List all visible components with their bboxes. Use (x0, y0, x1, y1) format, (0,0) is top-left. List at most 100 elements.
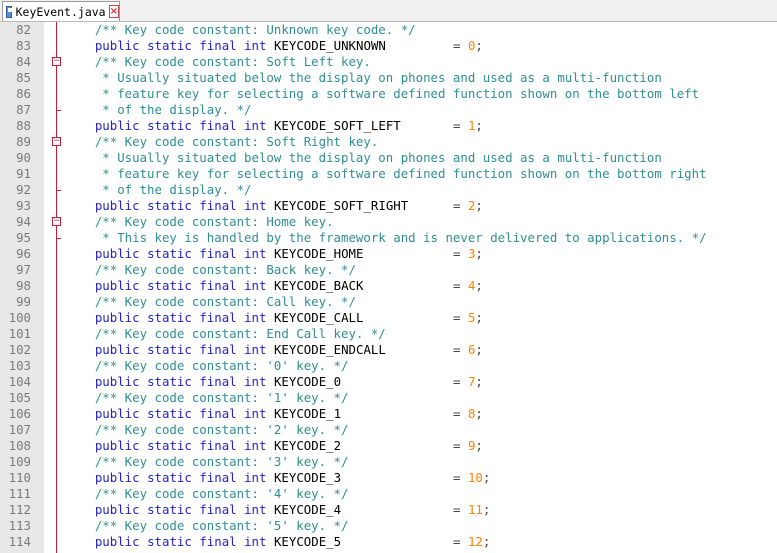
code-line[interactable]: 90 * Usually situated below the display … (0, 150, 777, 166)
code-text: * Usually situated below the display on … (65, 150, 662, 165)
code-text: * This key is handled by the framework a… (65, 230, 707, 245)
line-number: 94 (16, 214, 31, 229)
line-number: 98 (16, 278, 31, 293)
code-text: public static final int KEYCODE_2 = 9; (94, 438, 483, 453)
code-text: /** Key code constant: '5' key. */ (65, 518, 349, 533)
code-text: public static final int KEYCODE_CALL = 5… (94, 310, 483, 325)
code-line[interactable]: 110 public static final int KEYCODE_3 = … (0, 470, 777, 486)
tab-keyevent-java[interactable]: KeyEvent.java × (2, 1, 120, 21)
code-line[interactable]: 111 /** Key code constant: '4' key. */ (0, 486, 777, 502)
code-text: /** Key code constant: '4' key. */ (65, 486, 349, 501)
code-text: public static final int KEYCODE_ENDCALL … (94, 342, 483, 357)
fold-end-marker (57, 238, 61, 239)
code-line[interactable]: 102 public static final int KEYCODE_ENDC… (0, 342, 777, 358)
line-number: 97 (16, 262, 31, 277)
code-editor[interactable]: 82 /** Key code constant: Unknown key co… (0, 22, 777, 553)
code-line[interactable]: 114 public static final int KEYCODE_5 = … (0, 534, 777, 550)
line-number: 83 (16, 38, 31, 53)
line-number: 113 (8, 518, 31, 533)
code-text: * of the display. */ (65, 102, 252, 117)
code-text: /** Key code constant: '2' key. */ (65, 422, 349, 437)
tab-label: KeyEvent.java (15, 4, 106, 19)
code-text: * feature key for selecting a software d… (65, 166, 707, 181)
line-number: 110 (8, 470, 31, 485)
line-number: 87 (16, 102, 31, 117)
code-line[interactable]: 99 /** Key code constant: Call key. */ (0, 294, 777, 310)
line-number: 91 (16, 166, 31, 181)
code-line[interactable]: 106 public static final int KEYCODE_1 = … (0, 406, 777, 422)
code-line[interactable]: 104 public static final int KEYCODE_0 = … (0, 374, 777, 390)
code-text: public static final int KEYCODE_3 = 10; (94, 470, 491, 485)
line-number: 92 (16, 182, 31, 197)
code-text: public static final int KEYCODE_5 = 12; (94, 534, 491, 549)
line-number: 106 (8, 406, 31, 421)
code-line[interactable]: 113 /** Key code constant: '5' key. */ (0, 518, 777, 534)
line-number: 101 (8, 326, 31, 341)
code-text: public static final int KEYCODE_0 = 7; (94, 374, 483, 389)
line-number: 114 (8, 534, 31, 549)
code-text: /** Key code constant: Soft Left key. (65, 54, 371, 69)
code-text: /** Key code constant: '1' key. */ (65, 390, 349, 405)
line-number: 93 (16, 198, 31, 213)
code-text: public static final int KEYCODE_HOME = 3… (94, 246, 483, 261)
line-number: 82 (16, 22, 31, 37)
code-line[interactable]: 87 * of the display. */ (0, 102, 777, 118)
code-line[interactable]: 107 /** Key code constant: '2' key. */ (0, 422, 777, 438)
line-number: 100 (8, 310, 31, 325)
code-line[interactable]: 108 public static final int KEYCODE_2 = … (0, 438, 777, 454)
code-text: * Usually situated below the display on … (65, 70, 662, 85)
code-text: /** Key code constant: Home key. (65, 214, 334, 229)
file-save-icon (6, 5, 15, 18)
code-line[interactable]: 93 public static final int KEYCODE_SOFT_… (0, 198, 777, 214)
code-line[interactable]: 98 public static final int KEYCODE_BACK … (0, 278, 777, 294)
code-line[interactable]: 96 public static final int KEYCODE_HOME … (0, 246, 777, 262)
code-line[interactable]: 83 public static final int KEYCODE_UNKNO… (0, 38, 777, 54)
line-number: 86 (16, 86, 31, 101)
code-line[interactable]: 88 public static final int KEYCODE_SOFT_… (0, 118, 777, 134)
code-text: public static final int KEYCODE_UNKNOWN … (94, 38, 483, 53)
line-number: 95 (16, 230, 31, 245)
code-line[interactable]: 105 /** Key code constant: '1' key. */ (0, 390, 777, 406)
code-line[interactable]: 92 * of the display. */ (0, 182, 777, 198)
code-text: * feature key for selecting a software d… (65, 86, 700, 101)
line-number: 109 (8, 454, 31, 469)
code-line[interactable]: 100 public static final int KEYCODE_CALL… (0, 310, 777, 326)
line-number: 84 (16, 54, 31, 69)
code-text: * of the display. */ (65, 182, 252, 197)
line-number: 96 (16, 246, 31, 261)
code-text: public static final int KEYCODE_BACK = 4… (94, 278, 483, 293)
code-lines: 82 /** Key code constant: Unknown key co… (0, 22, 777, 550)
code-line[interactable]: 89 − /** Key code constant: Soft Right ke… (0, 134, 777, 150)
code-text: public static final int KEYCODE_SOFT_LEF… (94, 118, 483, 133)
code-line[interactable]: 86 * feature key for selecting a softwar… (0, 86, 777, 102)
code-line[interactable]: 82 /** Key code constant: Unknown key co… (0, 22, 777, 38)
fold-collapse-icon[interactable]: − (52, 137, 61, 146)
code-line[interactable]: 85 * Usually situated below the display … (0, 70, 777, 86)
fold-collapse-icon[interactable]: − (52, 217, 61, 226)
fold-end-marker (57, 190, 61, 191)
code-line[interactable]: 91 * feature key for selecting a softwar… (0, 166, 777, 182)
line-number: 88 (16, 118, 31, 133)
line-number: 90 (16, 150, 31, 165)
close-icon[interactable]: × (108, 5, 119, 18)
code-line[interactable]: 94 − /** Key code constant: Home key. (0, 214, 777, 230)
code-text: /** Key code constant: Back key. */ (65, 262, 356, 277)
code-line[interactable]: 101 /** Key code constant: End Call key.… (0, 326, 777, 342)
line-number: 105 (8, 390, 31, 405)
line-number: 104 (8, 374, 31, 389)
line-number: 89 (16, 134, 31, 149)
fold-collapse-icon[interactable]: − (52, 57, 61, 66)
code-line[interactable]: 112 public static final int KEYCODE_4 = … (0, 502, 777, 518)
tab-bar: KeyEvent.java × (0, 0, 777, 22)
code-text: /** Key code constant: Soft Right key. (65, 134, 379, 149)
line-number: 103 (8, 358, 31, 373)
code-line[interactable]: 103 /** Key code constant: '0' key. */ (0, 358, 777, 374)
line-number: 108 (8, 438, 31, 453)
code-text: /** Key code constant: End Call key. */ (65, 326, 386, 341)
code-text: /** Key code constant: Unknown key code.… (65, 22, 416, 37)
code-line[interactable]: 84 − /** Key code constant: Soft Left key… (0, 54, 777, 70)
code-line[interactable]: 97 /** Key code constant: Back key. */ (0, 262, 777, 278)
code-line[interactable]: 95 * This key is handled by the framewor… (0, 230, 777, 246)
line-number: 102 (8, 342, 31, 357)
code-line[interactable]: 109 /** Key code constant: '3' key. */ (0, 454, 777, 470)
